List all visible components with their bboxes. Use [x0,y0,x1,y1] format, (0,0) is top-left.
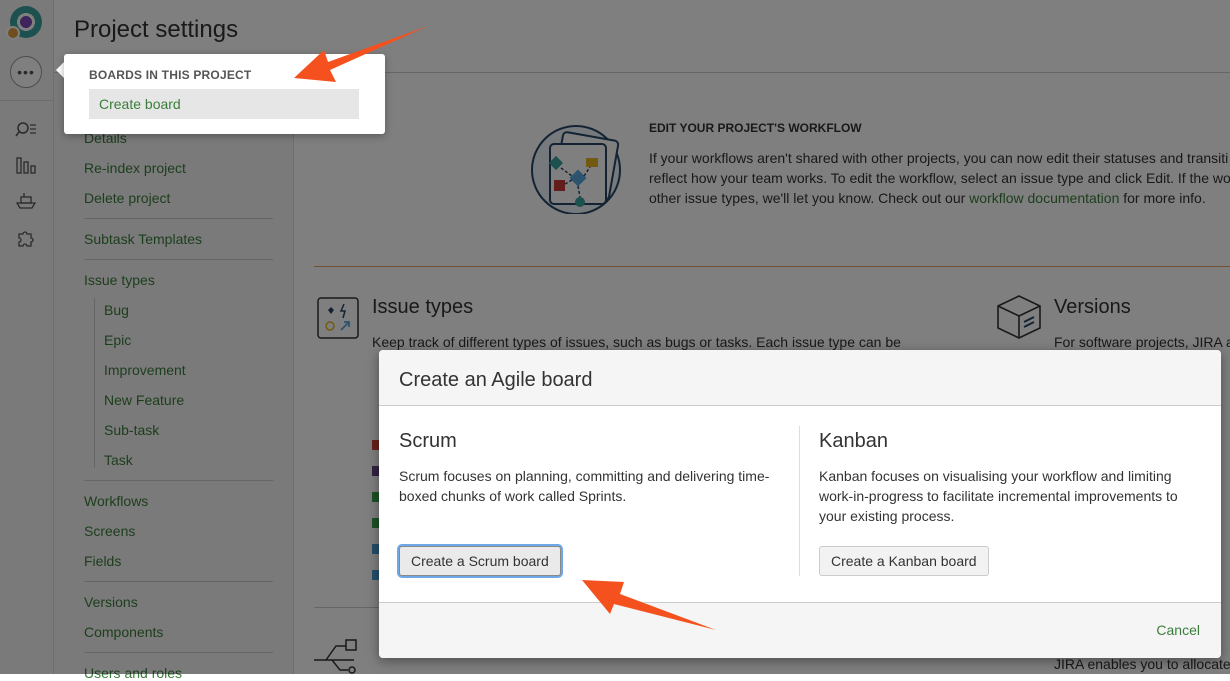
scrum-description: Scrum focuses on planning, committing an… [399,466,769,506]
cancel-link[interactable]: Cancel [1156,622,1200,638]
create-scrum-board-button[interactable]: Create a Scrum board [399,546,561,576]
kanban-description-line: your existing process. [819,508,955,524]
create-kanban-board-button[interactable]: Create a Kanban board [819,546,989,576]
create-board-menu-item[interactable]: Create board [89,89,359,119]
create-agile-board-dialog: Create an Agile board Scrum Scrum focuse… [379,350,1221,658]
kanban-description-line: Kanban focuses on visualising your workf… [819,468,1172,484]
dropdown-caret [56,62,64,78]
kanban-title: Kanban [819,430,888,452]
annotation-arrow-icon [294,26,428,82]
scrum-description-line: boxed chunks of work called Sprints. [399,488,627,504]
scrum-description-line: Scrum focuses on planning, committing an… [399,468,770,484]
dialog-header: Create an Agile board [379,350,1221,406]
dialog-footer: Cancel [379,602,1221,658]
kanban-description-line: work-in-progress to facilitate increment… [819,488,1178,504]
annotation-arrow-icon [582,580,716,630]
kanban-description: Kanban focuses on visualising your workf… [819,466,1178,526]
scrum-title: Scrum [399,430,457,452]
column-divider [799,426,800,576]
dropdown-heading: BOARDS IN THIS PROJECT [89,68,252,82]
dialog-title: Create an Agile board [399,369,593,391]
